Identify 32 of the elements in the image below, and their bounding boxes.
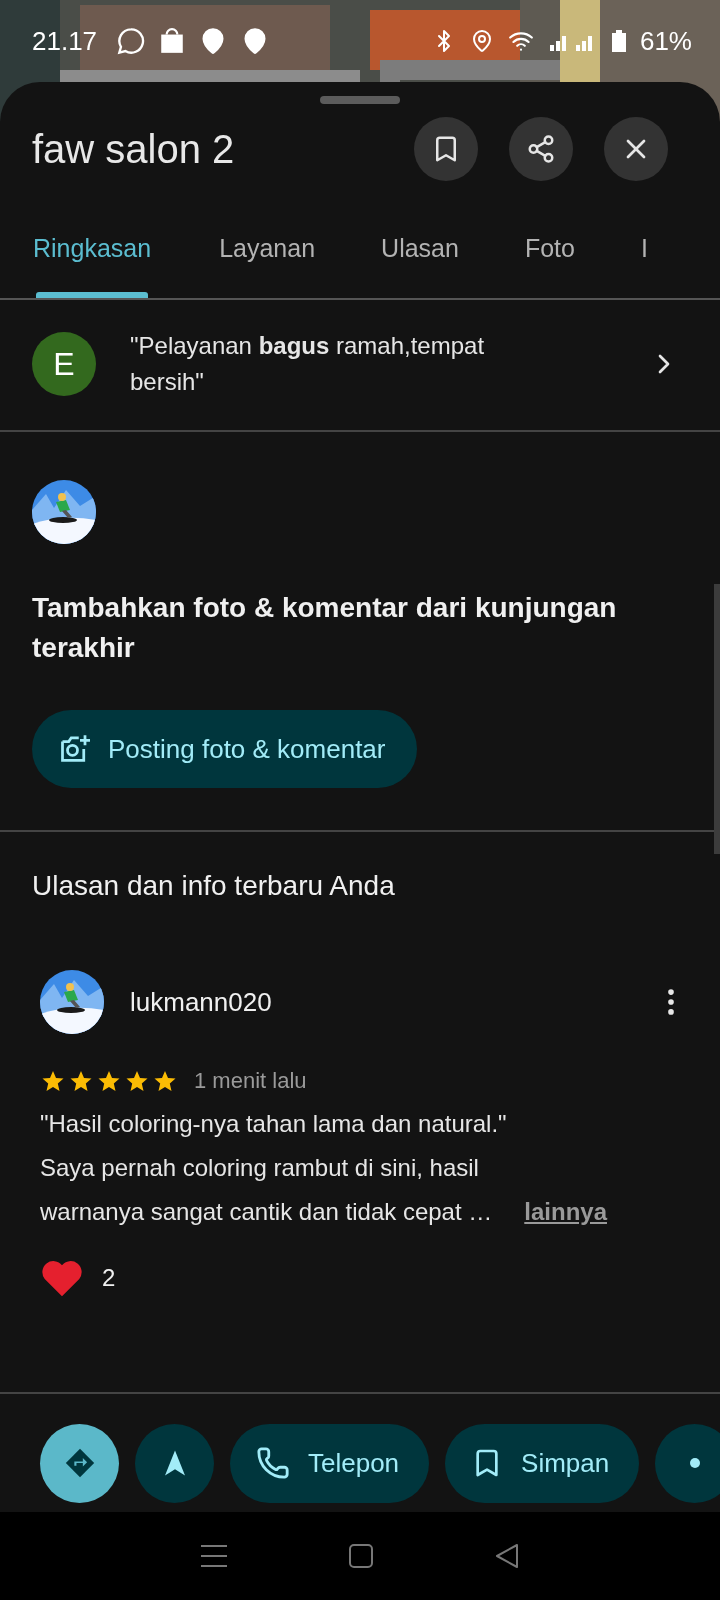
review-time: 1 menit lalu <box>194 1068 307 1094</box>
share-icon <box>526 134 556 164</box>
post-photo-button[interactable]: Posting foto & komentar <box>32 710 418 788</box>
tab[interactable]: Foto <box>491 188 608 298</box>
tab[interactable]: I <box>607 188 681 298</box>
home-icon[interactable] <box>349 1544 373 1568</box>
shopping-bag-icon <box>159 27 186 55</box>
tab[interactable]: Layanan <box>186 188 349 298</box>
chat-icon <box>117 27 146 55</box>
add-photo-icon <box>58 734 92 764</box>
back-icon[interactable] <box>495 1543 519 1569</box>
avatar: E <box>32 332 96 396</box>
save-button[interactable]: Simpan <box>445 1423 640 1503</box>
tab[interactable]: Ringkasan <box>0 188 185 298</box>
place-title: faw salon 2 <box>32 126 236 172</box>
review-snippet: "Pelayanan bagus ramah,tempat bersih" <box>130 331 486 397</box>
menu-icon[interactable] <box>201 1545 227 1567</box>
clock: 21.17 <box>32 25 98 57</box>
call-button[interactable]: Telepon <box>230 1423 430 1503</box>
more-link[interactable]: lainnya <box>524 1198 607 1225</box>
tab[interactable]: Ulasan <box>348 188 492 298</box>
section-heading: Tambahkan foto & komentar dari kunjungan terakhir <box>32 591 618 665</box>
review-text: "Hasil coloring-nya tahan lama dan natural." Saya pernah coloring rambut di sini, hasil warnanya sangat cantik dan tidak cepat … lainnya <box>40 1109 609 1227</box>
heart-icon <box>40 1258 84 1298</box>
like-count: 2 <box>102 1264 116 1292</box>
phone-icon <box>256 1446 290 1480</box>
dot-icon <box>689 1458 700 1468</box>
reviewer-name: lukmann020 <box>130 986 273 1018</box>
battery-percentage: 61% <box>639 25 692 57</box>
review-highlight[interactable]: E "Pelayanan bagus ramah,tempat bersih" <box>0 300 720 432</box>
drag-handle[interactable] <box>320 96 400 104</box>
section-heading: Ulasan dan info terbaru Anda <box>32 870 396 902</box>
